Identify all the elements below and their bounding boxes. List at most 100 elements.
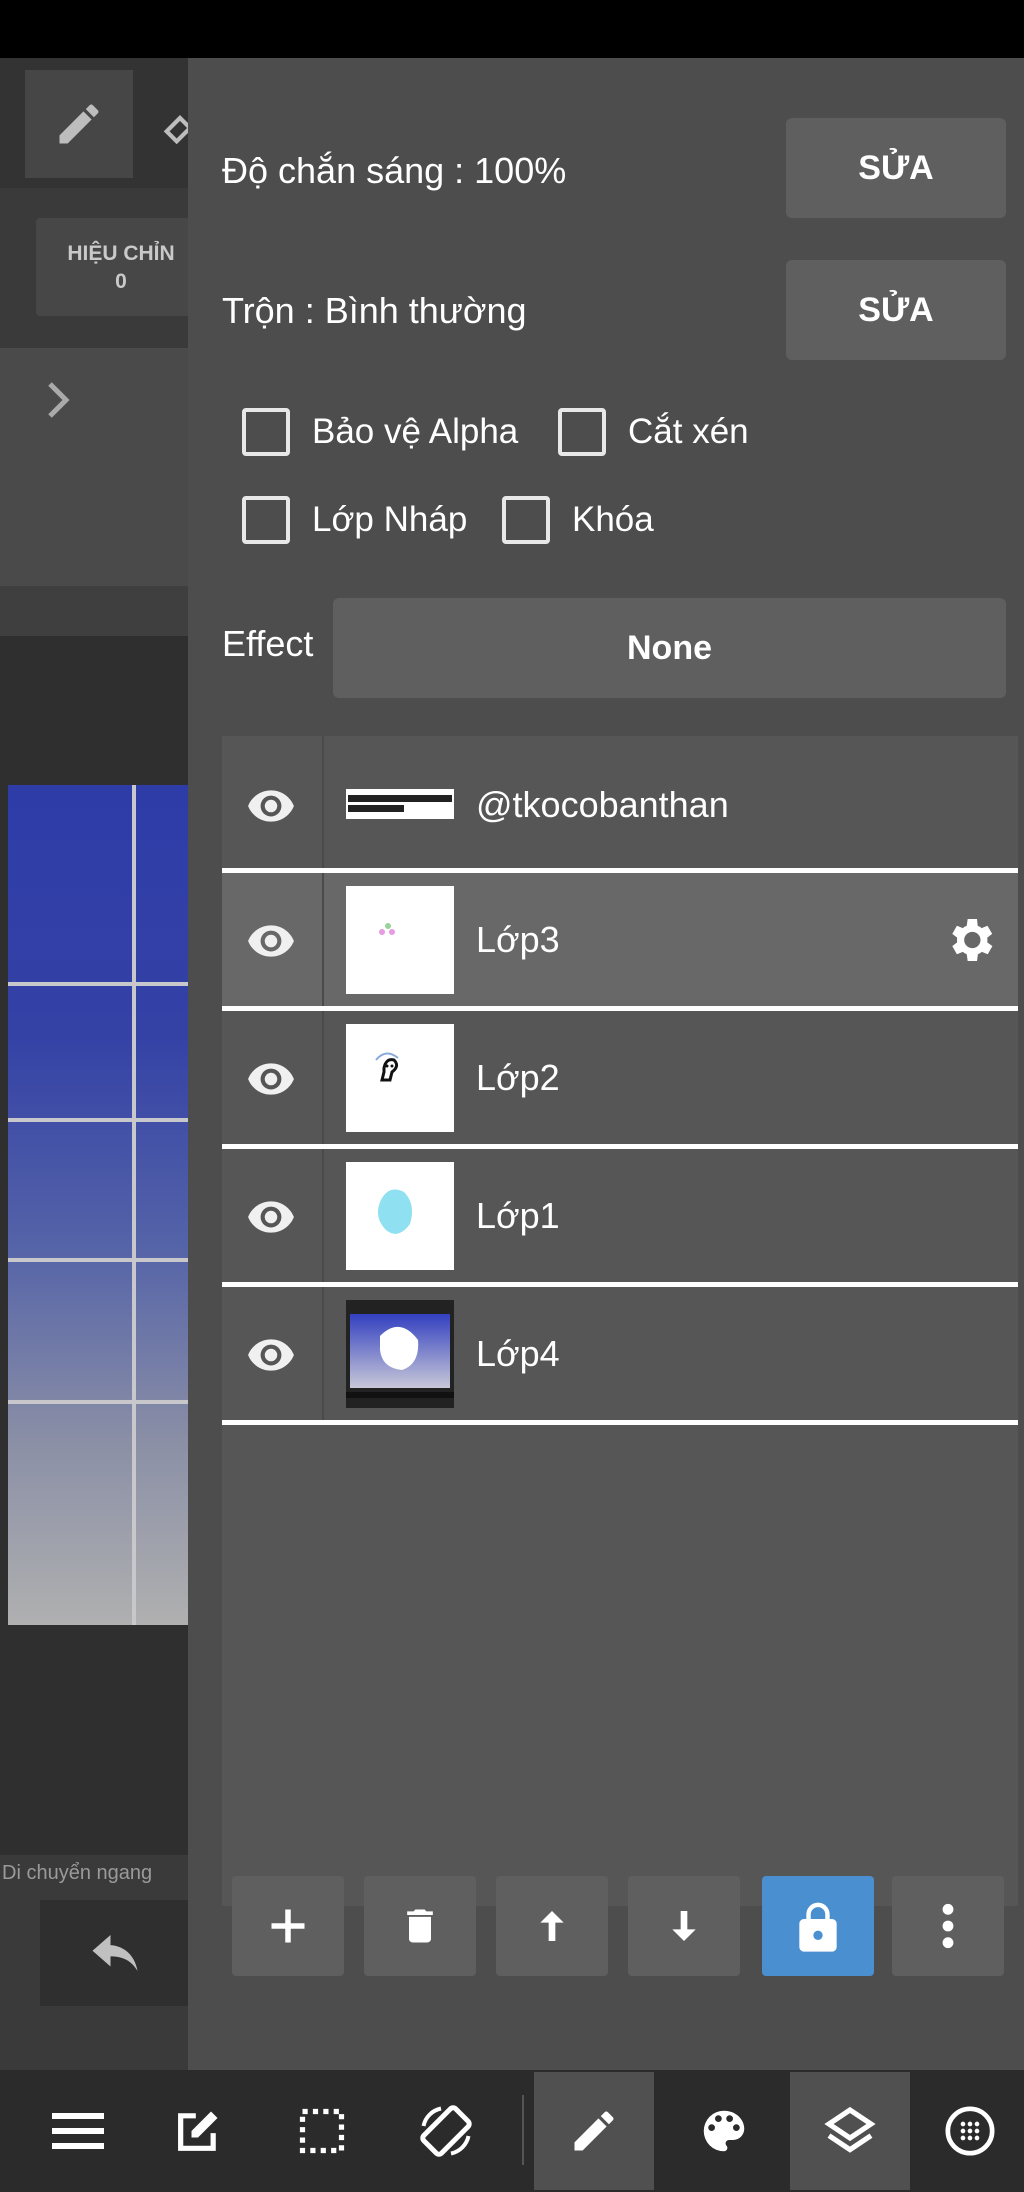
layer-row[interactable]: Lớp1 bbox=[222, 1149, 1018, 1282]
rotate-canvas-button[interactable] bbox=[386, 2072, 506, 2190]
bg-panel bbox=[0, 348, 190, 588]
selection-button[interactable] bbox=[262, 2072, 382, 2190]
thumbnail-image bbox=[378, 1189, 412, 1234]
draft-layer-checkbox[interactable]: Lớp Nháp bbox=[242, 496, 467, 544]
layer-name: Lớp4 bbox=[476, 1332, 560, 1374]
layer-thumbnail bbox=[346, 1300, 454, 1408]
menu-icon bbox=[52, 2113, 104, 2149]
layer-name: Lớp2 bbox=[476, 1056, 560, 1098]
effect-label: Effect bbox=[222, 623, 314, 664]
thumbnail-image bbox=[379, 923, 395, 935]
lock-icon bbox=[799, 1902, 837, 1952]
layer-row[interactable]: @tkocobanthan bbox=[222, 736, 1018, 873]
alpha-protect-label: Bảo vệ Alpha bbox=[312, 412, 519, 451]
layer-thumbnail bbox=[346, 1162, 454, 1270]
nav-separator bbox=[522, 2095, 524, 2165]
edit-icon bbox=[178, 2111, 218, 2151]
pencil-icon bbox=[59, 104, 99, 144]
eraser-icon[interactable] bbox=[160, 108, 190, 148]
layers-button[interactable] bbox=[790, 2072, 910, 2190]
layer-row-selected[interactable]: Lớp3 bbox=[222, 873, 1018, 1006]
row-divider bbox=[322, 1011, 324, 1144]
layer-row[interactable]: Lớp4 bbox=[222, 1287, 1018, 1420]
move-up-icon bbox=[540, 1911, 564, 1941]
pencil-tool-button[interactable] bbox=[25, 70, 133, 178]
move-layer-down-button[interactable] bbox=[628, 1876, 740, 1976]
checkbox-box[interactable] bbox=[242, 496, 290, 544]
row-divider bbox=[322, 1287, 324, 1420]
adjust-label: HIỆU CHỈN bbox=[67, 242, 175, 265]
palette-icon bbox=[703, 2110, 745, 2152]
lock-layer-button[interactable] bbox=[762, 1876, 874, 1976]
layer-thumbnail bbox=[346, 789, 454, 819]
lock-checkbox[interactable]: Khóa bbox=[502, 496, 654, 544]
more-vert-icon bbox=[942, 1903, 954, 1949]
canvas-grid-line bbox=[132, 785, 136, 1625]
status-bar bbox=[0, 0, 1024, 58]
checkbox-box[interactable] bbox=[502, 496, 550, 544]
layer-name: Lớp1 bbox=[476, 1194, 560, 1236]
layer-name: Lớp3 bbox=[476, 918, 560, 960]
brush-tool-button[interactable] bbox=[534, 2072, 654, 2190]
draft-layer-label: Lớp Nháp bbox=[312, 500, 468, 539]
undo-button[interactable] bbox=[40, 1900, 190, 2006]
rotate-icon bbox=[420, 2105, 472, 2157]
layer-thumbnail bbox=[346, 1024, 454, 1132]
blend-label: Trộn : Bình thường bbox=[222, 290, 527, 331]
thumbnail-image bbox=[375, 1052, 399, 1082]
edit-button[interactable] bbox=[138, 2072, 258, 2190]
adjust-button[interactable]: HIỆU CHỈN 0 bbox=[36, 218, 190, 316]
selection-icon bbox=[299, 2108, 345, 2154]
visibility-eye-icon[interactable] bbox=[246, 1053, 296, 1103]
layers-icon bbox=[824, 2106, 876, 2153]
layer-row[interactable]: Lớp2 bbox=[222, 1011, 1018, 1144]
clipping-checkbox[interactable]: Cắt xén bbox=[558, 408, 749, 456]
bg-strip bbox=[0, 586, 190, 636]
blend-edit-button[interactable]: SỬA bbox=[786, 260, 1006, 360]
grid-button[interactable] bbox=[916, 2072, 1024, 2190]
visibility-eye-icon[interactable] bbox=[246, 915, 296, 965]
row-divider bbox=[322, 1149, 324, 1282]
add-layer-button[interactable] bbox=[232, 1876, 344, 1976]
chevron-right-icon[interactable] bbox=[44, 380, 74, 420]
menu-button[interactable] bbox=[18, 2072, 138, 2190]
watermark-text-thumbnail bbox=[346, 789, 454, 819]
visibility-eye-icon[interactable] bbox=[246, 780, 296, 830]
more-options-button[interactable] bbox=[892, 1876, 1004, 1976]
adjust-value: 0 bbox=[115, 270, 127, 293]
opacity-edit-button[interactable]: SỬA bbox=[786, 118, 1006, 218]
row-divider bbox=[322, 873, 324, 1006]
lock-label: Khóa bbox=[572, 500, 654, 539]
layer-panel: Độ chắn sáng : 100% SỬA Trộn : Bình thườ… bbox=[188, 58, 1024, 2070]
brush-icon bbox=[574, 2111, 614, 2151]
layer-separator bbox=[222, 1420, 1018, 1425]
visibility-eye-icon[interactable] bbox=[246, 1191, 296, 1241]
alpha-protect-checkbox[interactable]: Bảo vệ Alpha bbox=[242, 408, 518, 456]
undo-icon bbox=[92, 1935, 138, 1971]
gear-icon[interactable] bbox=[942, 912, 998, 968]
canvas-grid-line bbox=[8, 1258, 208, 1262]
checkbox-box[interactable] bbox=[558, 408, 606, 456]
palette-button[interactable] bbox=[664, 2072, 784, 2190]
canvas-grid-line bbox=[8, 1400, 208, 1404]
layer-list: @tkocobanthan Lớp3 Lớp2 Lớp1 Lớp4 bbox=[222, 736, 1018, 1906]
layer-thumbnail bbox=[346, 886, 454, 994]
move-down-icon bbox=[672, 1911, 696, 1941]
delete-icon bbox=[407, 1909, 433, 1943]
delete-layer-button[interactable] bbox=[364, 1876, 476, 1976]
clipping-label: Cắt xén bbox=[628, 412, 749, 451]
add-icon bbox=[271, 1909, 305, 1943]
canvas-grid-line bbox=[8, 1118, 208, 1122]
visibility-eye-icon[interactable] bbox=[246, 1329, 296, 1379]
canvas-grid-line bbox=[8, 982, 208, 986]
move-layer-up-button[interactable] bbox=[496, 1876, 608, 1976]
move-hint-text: Di chuyển ngang bbox=[2, 1862, 153, 1884]
layer-name: @tkocobanthan bbox=[476, 783, 729, 825]
canvas-image bbox=[8, 785, 208, 1625]
opacity-label: Độ chắn sáng : 100% bbox=[222, 150, 567, 191]
grid-icon bbox=[945, 2106, 995, 2156]
thumbnail-image bbox=[346, 1314, 454, 1398]
checkbox-box[interactable] bbox=[242, 408, 290, 456]
effect-button[interactable]: None bbox=[333, 598, 1006, 698]
row-divider bbox=[322, 736, 324, 873]
